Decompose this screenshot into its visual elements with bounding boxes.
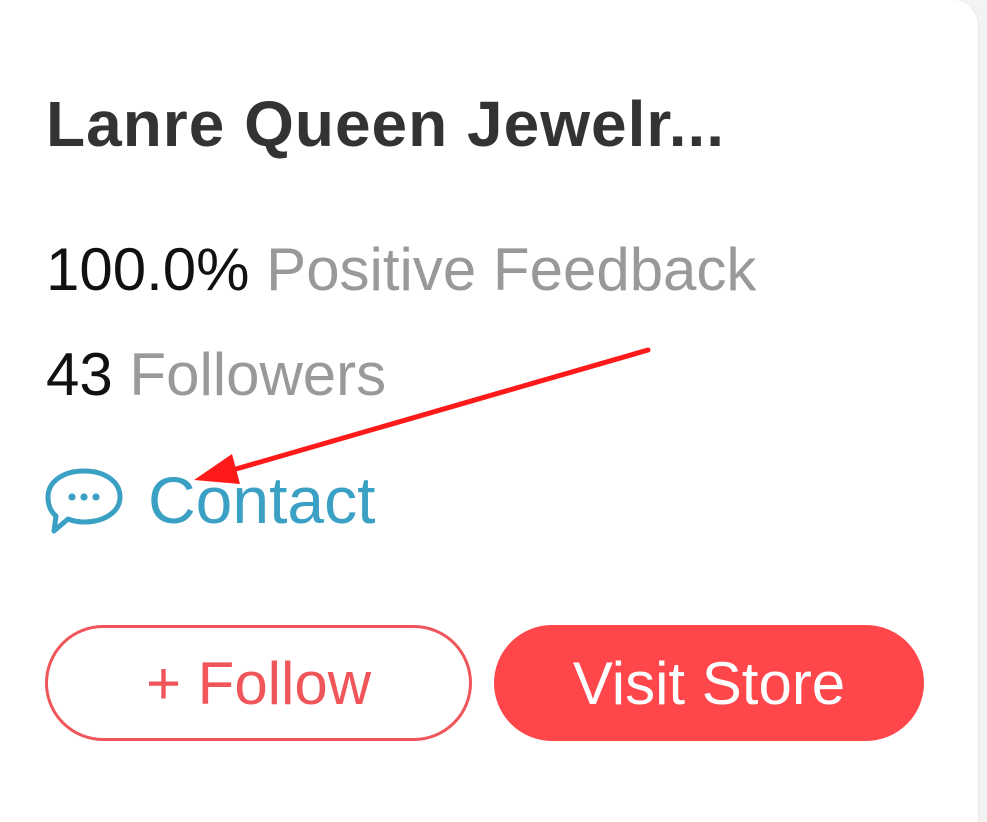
positive-feedback-stat: 100.0% Positive Feedback <box>46 232 756 308</box>
feedback-value: 100.0% <box>46 236 250 303</box>
visit-store-button[interactable]: Visit Store <box>494 625 924 741</box>
store-name[interactable]: Lanre Queen Jewelr... <box>46 82 725 166</box>
contact-label: Contact <box>148 463 376 537</box>
store-info-card: Lanre Queen Jewelr... 100.0% Positive Fe… <box>0 0 979 822</box>
chat-bubble-icon <box>44 465 124 535</box>
followers-stat: 43 Followers <box>46 337 386 413</box>
contact-link[interactable]: Contact <box>44 460 375 540</box>
follow-button[interactable]: + Follow <box>45 625 472 741</box>
followers-count: 43 <box>46 341 113 408</box>
followers-label: Followers <box>129 341 387 408</box>
feedback-label: Positive Feedback <box>266 236 757 303</box>
